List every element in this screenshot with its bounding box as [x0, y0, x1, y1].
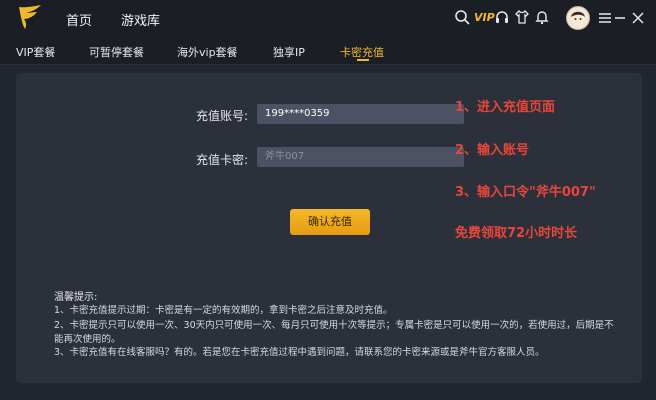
active-tab-indicator	[357, 59, 369, 61]
tip-item: 1、卡密充值提示过期：卡密是有一定的有效期的，拿到卡密之后注意及时充值。	[54, 305, 393, 316]
annotation-step-3: 3、输入口令"斧牛007"	[455, 185, 596, 200]
shirt-icon[interactable]	[514, 9, 530, 25]
confirm-recharge-button[interactable]: 确认充值	[290, 209, 370, 235]
search-icon[interactable]	[454, 9, 470, 25]
minimize-icon[interactable]	[612, 10, 628, 26]
tip-item: 2、卡密提示只可以使用一次、30天内只可使用一次、每月只可使用十次等提示；专属卡…	[54, 320, 614, 345]
close-icon[interactable]	[630, 10, 646, 26]
annotation-free-72h: 免费领取72小时时长	[455, 226, 578, 241]
menu-icon[interactable]	[597, 10, 613, 26]
tip-item: 3、卡密充值有在线客服吗？有的。若是您在卡密充值过程中遇到问题，请联系您的卡密来…	[54, 347, 545, 358]
avatar-face-icon	[571, 11, 585, 26]
headset-icon[interactable]	[494, 9, 510, 25]
tips-title: 温馨提示:	[54, 292, 98, 303]
tab-vip-plan[interactable]: VIP套餐	[16, 44, 55, 60]
account-label: 充值账号:	[196, 109, 249, 123]
avatar[interactable]	[566, 6, 590, 30]
tab-card-recharge[interactable]: 卡密充值	[340, 44, 384, 60]
card-code-field[interactable]: 斧牛007	[257, 147, 464, 167]
plan-tabs: VIP套餐 可暂停套餐 海外vip套餐 独享IP 卡密充值	[0, 36, 656, 65]
account-field[interactable]: 199****0359	[257, 104, 464, 124]
tab-dedicated-ip[interactable]: 独享IP	[273, 44, 305, 60]
bell-icon[interactable]	[534, 9, 550, 25]
app-logo-icon[interactable]	[16, 4, 44, 30]
tab-overseas-vip-plan[interactable]: 海外vip套餐	[177, 44, 238, 60]
annotation-step-2: 2、输入账号	[455, 143, 530, 158]
nav-home[interactable]: 首页	[66, 10, 92, 29]
top-bar: 首页 游戏库 VIP	[0, 0, 656, 36]
card-label: 充值卡密:	[196, 153, 249, 167]
vip-icon[interactable]: VIP	[474, 11, 495, 27]
nav-game-library[interactable]: 游戏库	[121, 10, 160, 29]
tab-pausable-plan[interactable]: 可暂停套餐	[89, 44, 144, 60]
annotation-step-1: 1、进入充值页面	[455, 100, 556, 115]
